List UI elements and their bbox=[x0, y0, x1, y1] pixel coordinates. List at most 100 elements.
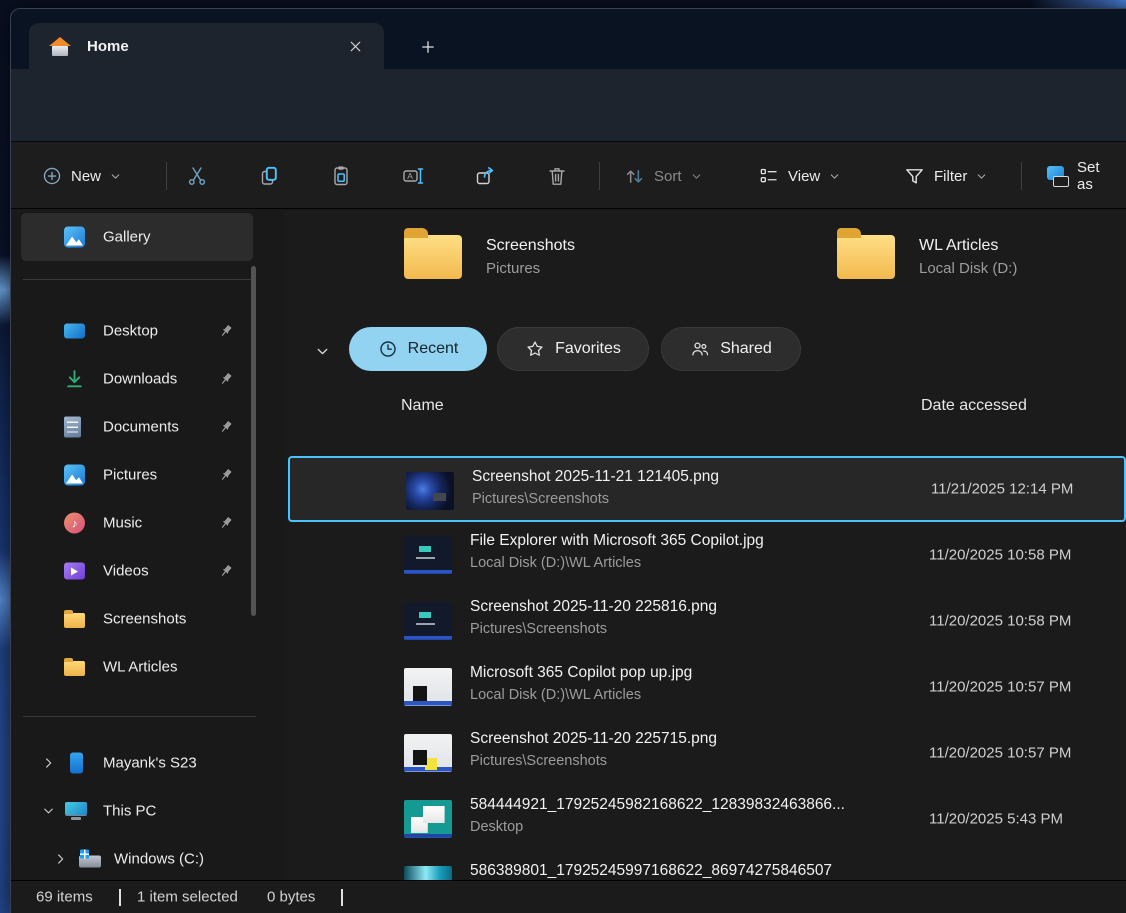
folder-tile-wl-articles[interactable]: WL Articles Local Disk (D:) bbox=[827, 219, 1126, 295]
status-selection-size: 0 bytes bbox=[267, 889, 315, 906]
trash-icon bbox=[545, 164, 569, 188]
file-row-selected[interactable]: Screenshot 2025-11-21 121405.png Picture… bbox=[288, 456, 1126, 522]
column-header-date-accessed[interactable]: Date accessed bbox=[921, 397, 1027, 415]
sidebar-item-phone[interactable]: Mayank's S23 bbox=[21, 739, 253, 787]
sidebar-item-label: Music bbox=[103, 515, 142, 532]
sidebar-scrollbar[interactable] bbox=[251, 266, 256, 616]
chevron-down-icon[interactable] bbox=[41, 804, 56, 819]
toolbar-divider bbox=[599, 162, 600, 190]
folder-tile-screenshots[interactable]: Screenshots Pictures bbox=[394, 219, 824, 295]
sidebar-item-label: Downloads bbox=[103, 371, 177, 388]
sidebar-item-screenshots[interactable]: Screenshots bbox=[21, 595, 253, 643]
filter-button[interactable]: Filter bbox=[893, 156, 998, 196]
cut-scissors-icon bbox=[185, 164, 209, 188]
paste-clipboard-icon bbox=[329, 164, 353, 188]
new-button[interactable]: New bbox=[31, 156, 132, 196]
tab-favorites[interactable]: Favorites bbox=[497, 327, 649, 371]
folder-name: WL Articles bbox=[919, 237, 1017, 255]
chevron-down-icon bbox=[314, 343, 331, 360]
file-location: Local Disk (D:)\WL Articles bbox=[470, 555, 764, 571]
sidebar-item-desktop[interactable]: Desktop bbox=[21, 307, 253, 355]
tab-recent[interactable]: Recent bbox=[349, 327, 487, 371]
set-as-button-label: Set as bbox=[1077, 159, 1116, 193]
sidebar-item-windows-c[interactable]: Windows (C:) bbox=[21, 835, 253, 880]
chevron-down-icon bbox=[828, 170, 841, 183]
view-button[interactable]: View bbox=[747, 156, 851, 196]
home-tab-icon bbox=[49, 37, 71, 56]
command-bar: New A Sort View bbox=[11, 141, 1126, 209]
file-row[interactable]: 584444921_17925245982168622_128398324638… bbox=[288, 786, 1126, 852]
downloads-icon bbox=[64, 369, 85, 390]
sidebar-item-this-pc[interactable]: This PC bbox=[21, 787, 253, 835]
sidebar-divider bbox=[23, 279, 256, 280]
delete-button[interactable] bbox=[535, 156, 579, 196]
sort-button[interactable]: Sort bbox=[613, 156, 713, 196]
folder-icon bbox=[64, 613, 85, 628]
filter-funnel-icon bbox=[903, 165, 926, 188]
share-button[interactable] bbox=[463, 156, 507, 196]
share-icon bbox=[473, 164, 497, 188]
file-name: 584444921_17925245982168622_128398324638… bbox=[470, 796, 845, 814]
chevron-right-icon[interactable] bbox=[53, 852, 68, 867]
file-date-accessed: 11/20/2025 10:57 PM bbox=[929, 745, 1071, 762]
pin-icon bbox=[217, 466, 235, 484]
file-thumbnail bbox=[404, 668, 452, 706]
sidebar-item-pictures[interactable]: Pictures bbox=[21, 451, 253, 499]
chevron-right-icon[interactable] bbox=[41, 756, 56, 771]
sidebar-item-label: WL Articles bbox=[103, 659, 177, 676]
sidebar-item-music[interactable]: Music bbox=[21, 499, 253, 547]
plus-circle-icon bbox=[41, 165, 63, 187]
chevron-down-icon bbox=[975, 170, 988, 183]
tab-close-button[interactable] bbox=[340, 31, 370, 61]
copy-button[interactable] bbox=[247, 156, 291, 196]
file-name: Microsoft 365 Copilot pop up.jpg bbox=[470, 664, 692, 682]
pin-icon bbox=[217, 514, 235, 532]
file-row[interactable]: File Explorer with Microsoft 365 Copilot… bbox=[288, 522, 1126, 588]
sidebar-item-label: Mayank's S23 bbox=[103, 755, 197, 772]
people-icon bbox=[690, 339, 710, 359]
file-row[interactable]: Screenshot 2025-11-20 225715.png Picture… bbox=[288, 720, 1126, 786]
status-selection: 1 item selected bbox=[137, 889, 238, 906]
documents-icon bbox=[64, 417, 81, 438]
plus-icon bbox=[419, 38, 437, 56]
file-row[interactable]: 586389801_17925245997168622_869742758465… bbox=[288, 852, 1126, 880]
tab-shared-label: Shared bbox=[720, 340, 772, 358]
file-row[interactable]: Screenshot 2025-11-20 225816.png Picture… bbox=[288, 588, 1126, 654]
pictures-icon bbox=[64, 465, 85, 486]
file-location: Local Disk (D:)\WL Articles bbox=[470, 687, 692, 703]
sidebar-item-wl-articles[interactable]: WL Articles bbox=[21, 643, 253, 691]
paste-button[interactable] bbox=[319, 156, 363, 196]
file-name: Screenshot 2025-11-20 225816.png bbox=[470, 598, 717, 616]
sidebar-item-downloads[interactable]: Downloads bbox=[21, 355, 253, 403]
new-tab-button[interactable] bbox=[411, 31, 445, 63]
file-list: Screenshot 2025-11-21 121405.png Picture… bbox=[284, 456, 1126, 880]
cut-button[interactable] bbox=[175, 156, 219, 196]
chevron-down-icon bbox=[109, 170, 122, 183]
phone-icon bbox=[70, 753, 83, 774]
tab-home[interactable]: Home bbox=[29, 23, 384, 69]
file-thumbnail bbox=[404, 866, 452, 880]
this-pc-icon bbox=[65, 802, 87, 820]
sidebar-item-label: Screenshots bbox=[103, 611, 186, 628]
section-collapse-button[interactable] bbox=[304, 333, 340, 369]
rename-button[interactable]: A bbox=[391, 156, 435, 196]
sidebar-item-documents[interactable]: Documents bbox=[21, 403, 253, 451]
status-divider bbox=[119, 889, 121, 906]
file-row[interactable]: Microsoft 365 Copilot pop up.jpg Local D… bbox=[288, 654, 1126, 720]
clock-icon bbox=[378, 339, 398, 359]
pin-icon bbox=[217, 370, 235, 388]
sidebar-item-gallery[interactable]: Gallery bbox=[21, 213, 253, 261]
set-as-button[interactable]: Set as bbox=[1037, 156, 1126, 196]
file-location: Pictures\Screenshots bbox=[470, 753, 717, 769]
gallery-icon bbox=[64, 227, 85, 248]
sidebar-item-videos[interactable]: Videos bbox=[21, 547, 253, 595]
file-location: Pictures\Screenshots bbox=[470, 621, 717, 637]
sidebar-item-label: This PC bbox=[103, 803, 156, 820]
column-header-name[interactable]: Name bbox=[401, 397, 444, 415]
tab-shared[interactable]: Shared bbox=[661, 327, 801, 371]
set-as-background-icon bbox=[1047, 166, 1069, 187]
star-icon bbox=[525, 339, 545, 359]
folder-icon bbox=[404, 235, 462, 279]
folder-location: Local Disk (D:) bbox=[919, 260, 1017, 277]
rename-icon: A bbox=[401, 164, 425, 188]
